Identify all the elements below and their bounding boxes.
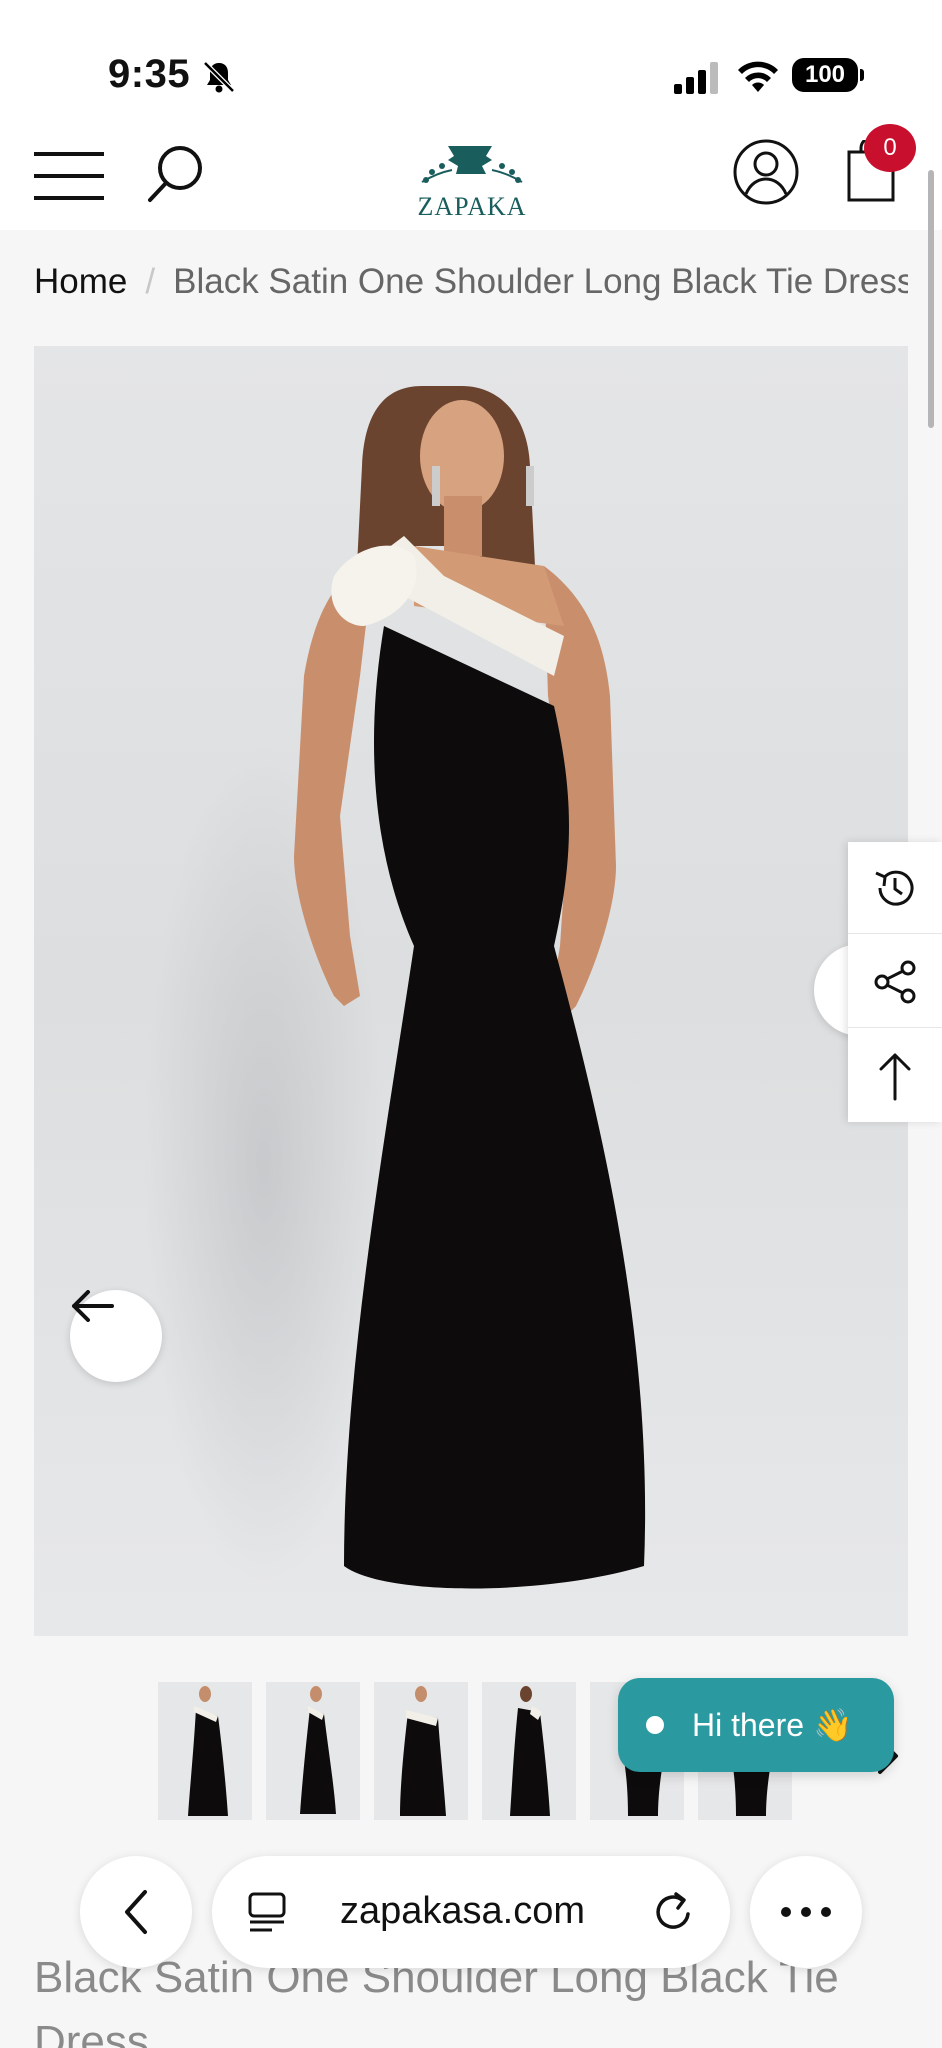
chat-label: Hi there 👋 (692, 1707, 853, 1743)
chat-launcher[interactable]: Hi there 👋 (618, 1678, 894, 1772)
thumbnail[interactable] (266, 1682, 360, 1820)
bell-slash-icon (203, 61, 235, 93)
history-icon (875, 870, 914, 906)
share-icon (874, 960, 916, 1003)
arrow-left-icon (72, 1290, 114, 1322)
model-photo (144, 386, 646, 1589)
breadcrumb: Home / Black Satin One Shoulder Long Black… (34, 262, 908, 312)
floating-tools (848, 842, 942, 1122)
site-logo[interactable]: ZAPAKA (402, 142, 542, 222)
address-bar[interactable]: zapakasa.com (212, 1856, 730, 1968)
breadcrumb-current: Black Satin One Shoulder Long Black Tie … (173, 262, 908, 301)
product-main-image[interactable] (34, 346, 908, 1636)
site-header: ZAPAKA 0 (0, 124, 942, 230)
arrow-up-icon (879, 1053, 911, 1101)
cart-count-badge[interactable]: 0 (864, 124, 916, 172)
recently-viewed-button[interactable] (848, 842, 942, 934)
status-time: 9:35 (108, 52, 191, 96)
signal-icon (674, 62, 718, 94)
online-dot (646, 1716, 664, 1734)
url-text: zapakasa.com (340, 1890, 586, 1932)
breadcrumb-home-link[interactable]: Home (34, 262, 127, 301)
thumbnail-image (300, 1686, 336, 1814)
reload-icon[interactable] (650, 1886, 698, 1936)
thumbnail-image (188, 1686, 228, 1816)
image-prev-button[interactable] (70, 1290, 162, 1382)
back-to-top-button[interactable] (848, 1030, 942, 1122)
search-icon[interactable] (144, 142, 208, 206)
breadcrumb-separator: / (145, 262, 156, 301)
browser-back-button[interactable] (80, 1856, 192, 1968)
browser-toolbar: zapakasa.com (0, 1842, 942, 1992)
status-bar: 9:35 100 (0, 0, 942, 130)
tabs-icon (248, 1892, 286, 1932)
logo-emblem (421, 146, 523, 183)
wifi-icon (738, 61, 778, 92)
logo-text: ZAPAKA (417, 192, 527, 221)
chevron-left-icon (125, 1890, 147, 1934)
menu-icon[interactable] (34, 146, 106, 206)
account-icon[interactable] (732, 138, 800, 206)
more-icon (781, 1907, 831, 1917)
battery-indicator: 100 (792, 58, 864, 92)
thumbnail[interactable] (374, 1682, 468, 1820)
browser-more-button[interactable] (750, 1856, 862, 1968)
thumbnail-image (400, 1686, 446, 1816)
share-button[interactable] (848, 936, 942, 1028)
thumbnail-image (510, 1686, 550, 1816)
thumbnail[interactable] (158, 1682, 252, 1820)
page-scrollbar[interactable] (928, 170, 934, 428)
thumbnail[interactable] (482, 1682, 576, 1820)
page: 9:35 100 ZAPAKA 0 Home / Black Satin One… (0, 0, 942, 2048)
